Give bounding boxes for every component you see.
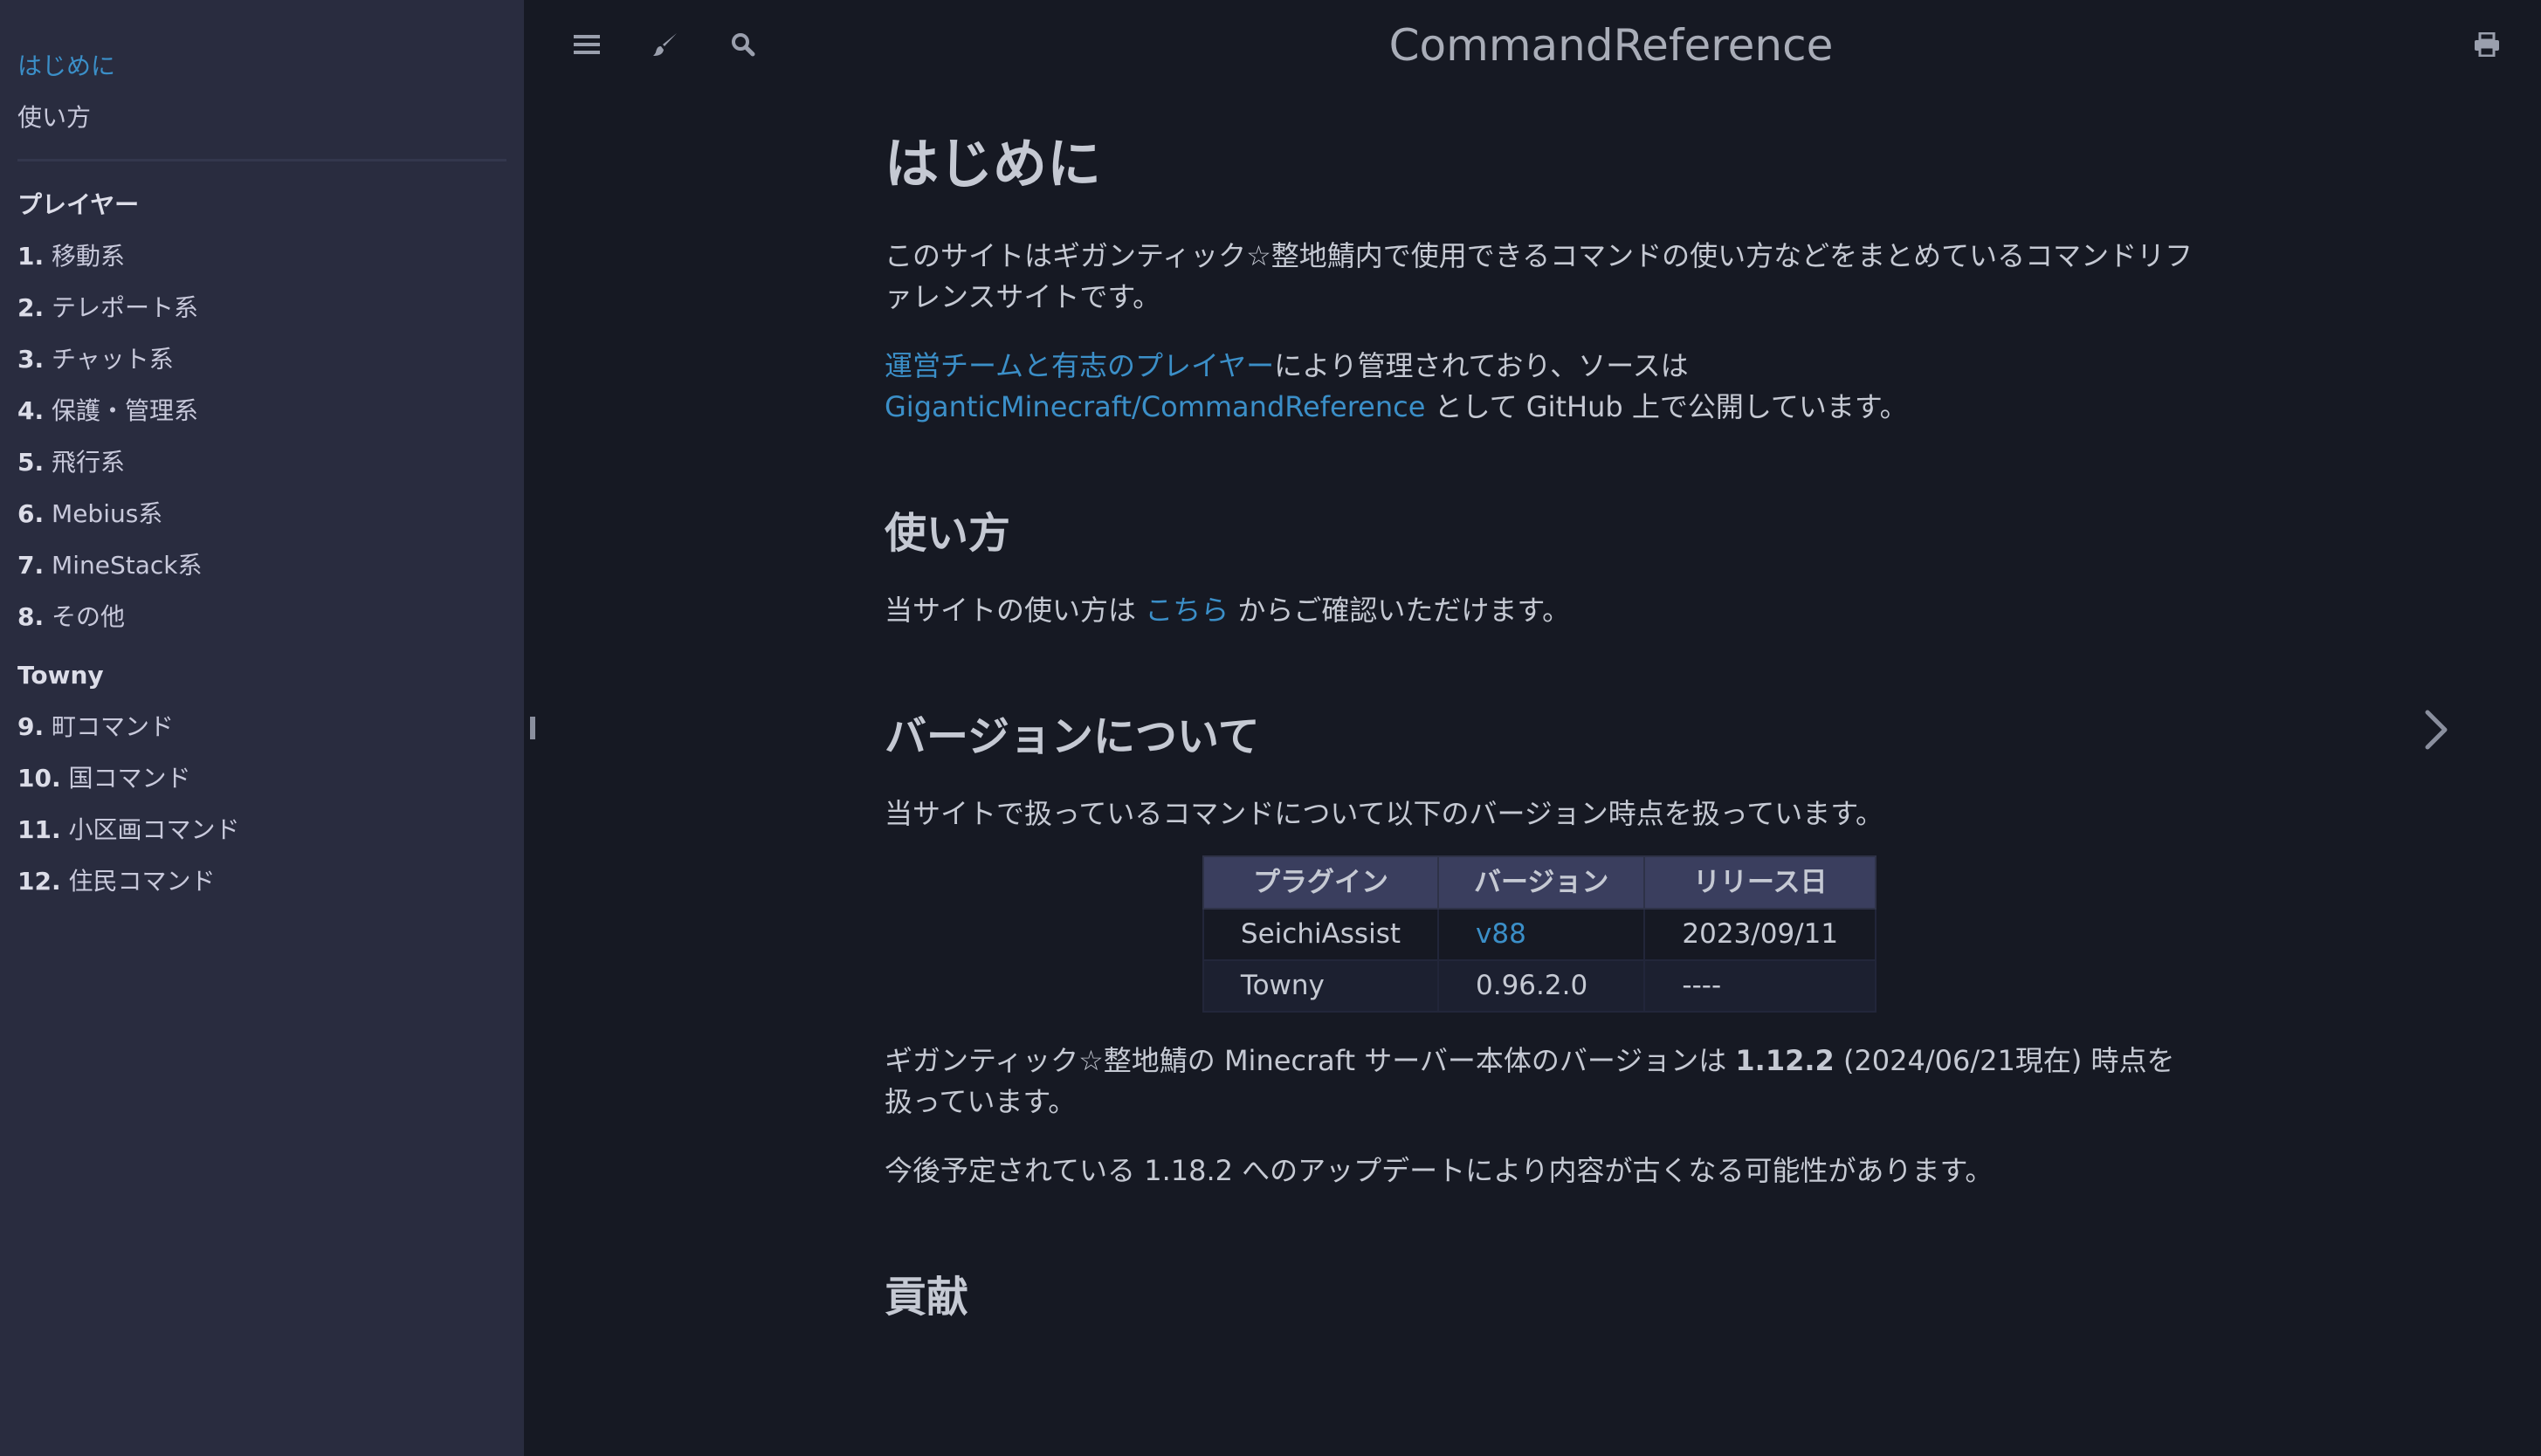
version-table: プラグイン バージョン リリース日 SeichiAssist v88 2023/…	[1202, 855, 1877, 1013]
sidebar-part-title-player: プレイヤー	[17, 190, 140, 219]
usage-text-end: からご確認いただけます。	[1229, 594, 1571, 627]
sidebar-item-chat[interactable]: 3. チャット系	[17, 333, 506, 385]
usage-link[interactable]: こちら	[1145, 594, 1229, 627]
sidebar-item-resident-commands[interactable]: 12. 住民コマンド	[17, 855, 506, 907]
sidebar-item-intro[interactable]: はじめに	[17, 40, 506, 92]
sidebar-item-number: 9.	[17, 712, 45, 741]
menu-bar: CommandReference	[524, 0, 2541, 91]
team-link[interactable]: 運営チームと有志のプレイヤー	[885, 349, 1274, 382]
sidebar-item-number: 2.	[17, 293, 45, 322]
search-icon[interactable]	[725, 26, 761, 63]
brush-icon[interactable]	[647, 26, 684, 63]
sidebar-item-label: 飛行系	[52, 448, 126, 477]
sidebar: はじめに 使い方 プレイヤー 1. 移動系 2. テレポート系 3. チャット系…	[0, 0, 524, 1456]
heading-version: バージョンについて	[885, 712, 1260, 761]
table-header-version: バージョン	[1436, 855, 1646, 910]
table-header-release-date: リリース日	[1643, 855, 1877, 910]
sidebar-item-label: チャット系	[52, 345, 174, 374]
print-icon[interactable]	[2469, 26, 2505, 63]
server-text: ギガンティック☆整地鯖の Minecraft サーバー本体のバージョンは	[885, 1044, 1736, 1077]
update-paragraph: 今後予定されている 1.18.2 へのアップデートにより内容が古くなる可能性があ…	[885, 1154, 1994, 1187]
sidebar-item-teleport[interactable]: 2. テレポート系	[17, 282, 506, 333]
sidebar-item-number: 3.	[17, 345, 45, 374]
heading-contribution: 貢献	[885, 1273, 969, 1322]
sidebar-item-label: 小区画コマンド	[68, 815, 240, 844]
sidebar-item-other[interactable]: 8. その他	[17, 591, 506, 642]
main-content: はじめに このサイトはギガンティック☆整地鯖内で使用できるコマンドの使い方などを…	[885, 122, 2194, 1354]
next-chapter-button[interactable]	[2419, 704, 2454, 756]
sidebar-item-town-commands[interactable]: 9. 町コマンド	[17, 701, 506, 752]
source-text: により管理されており、ソースは	[1274, 349, 1689, 382]
sidebar-item-label: 町コマンド	[52, 712, 175, 741]
menu-icon[interactable]	[568, 26, 605, 63]
sidebar-item-number: 11.	[17, 815, 61, 844]
sidebar-item-number: 10.	[17, 764, 61, 793]
sidebar-item-number: 7.	[17, 551, 45, 580]
sidebar-item-label: MineStack系	[52, 551, 203, 580]
sidebar-item-mebius[interactable]: 6. Mebius系	[17, 488, 506, 539]
source-paragraph: 運営チームと有志のプレイヤーにより管理されており、ソースは GiganticMi…	[885, 346, 2194, 428]
heading-usage: 使い方	[885, 509, 1011, 558]
sidebar-item-number: 4.	[17, 396, 45, 425]
sidebar-item-protection[interactable]: 4. 保護・管理系	[17, 385, 506, 436]
table-cell-version: 0.96.2.0	[1436, 959, 1646, 1013]
table-row: SeichiAssist v88 2023/09/11	[1202, 908, 1877, 961]
sidebar-item-label: Mebius系	[52, 499, 163, 528]
sidebar-item-number: 5.	[17, 448, 45, 477]
sidebar-item-label: 保護・管理系	[52, 396, 199, 425]
sidebar-item-label: 移動系	[52, 242, 126, 271]
sidebar-item-movement[interactable]: 1. 移動系	[17, 230, 506, 282]
version-link[interactable]: v88	[1436, 908, 1646, 961]
sidebar-item-flight[interactable]: 5. 飛行系	[17, 436, 506, 488]
table-header-plugin: プラグイン	[1202, 855, 1440, 910]
source-text-end: として GitHub 上で公開しています。	[1425, 390, 1908, 423]
sidebar-item-label: その他	[52, 602, 126, 631]
intro-paragraph: このサイトはギガンティック☆整地鯖内で使用できるコマンドの使い方などをまとめてい…	[885, 239, 2193, 313]
github-repo-link[interactable]: GiganticMinecraft/CommandReference	[885, 390, 1425, 423]
sidebar-item-number: 12.	[17, 867, 61, 896]
sidebar-item-label: 住民コマンド	[68, 867, 216, 896]
sidebar-item-number: 1.	[17, 242, 45, 271]
table-cell-plugin: SeichiAssist	[1202, 908, 1440, 961]
heading-intro: はじめに	[885, 132, 1102, 196]
sidebar-item-nation-commands[interactable]: 10. 国コマンド	[17, 752, 506, 804]
table-row: Towny 0.96.2.0 ----	[1202, 959, 1877, 1013]
sidebar-item-usage[interactable]: 使い方	[17, 92, 506, 143]
sidebar-resize-handle[interactable]	[530, 717, 535, 739]
sidebar-item-label: 国コマンド	[68, 764, 191, 793]
server-version-paragraph: ギガンティック☆整地鯖の Minecraft サーバー本体のバージョンは 1.1…	[885, 1040, 2194, 1123]
sidebar-item-number: 8.	[17, 602, 45, 631]
sidebar-item-minestack[interactable]: 7. MineStack系	[17, 539, 506, 591]
sidebar-part-title-towny: Towny	[17, 661, 104, 690]
table-cell-date: ----	[1643, 959, 1877, 1013]
version-intro: 当サイトで扱っているコマンドについて以下のバージョン時点を扱っています。	[885, 797, 1884, 830]
server-version: 1.12.2	[1735, 1044, 1835, 1077]
usage-text: 当サイトの使い方は	[885, 594, 1146, 627]
chevron-right-icon	[2425, 710, 2448, 750]
sidebar-item-label: テレポート系	[52, 293, 199, 322]
table-cell-plugin: Towny	[1202, 959, 1440, 1013]
sidebar-item-plot-commands[interactable]: 11. 小区画コマンド	[17, 804, 506, 855]
sidebar-divider	[17, 159, 506, 161]
sidebar-item-number: 6.	[17, 499, 45, 528]
usage-paragraph: 当サイトの使い方は こちら からご確認いただけます。	[885, 590, 2194, 631]
table-cell-date: 2023/09/11	[1643, 908, 1877, 961]
page-title: CommandReference	[1388, 20, 1834, 71]
